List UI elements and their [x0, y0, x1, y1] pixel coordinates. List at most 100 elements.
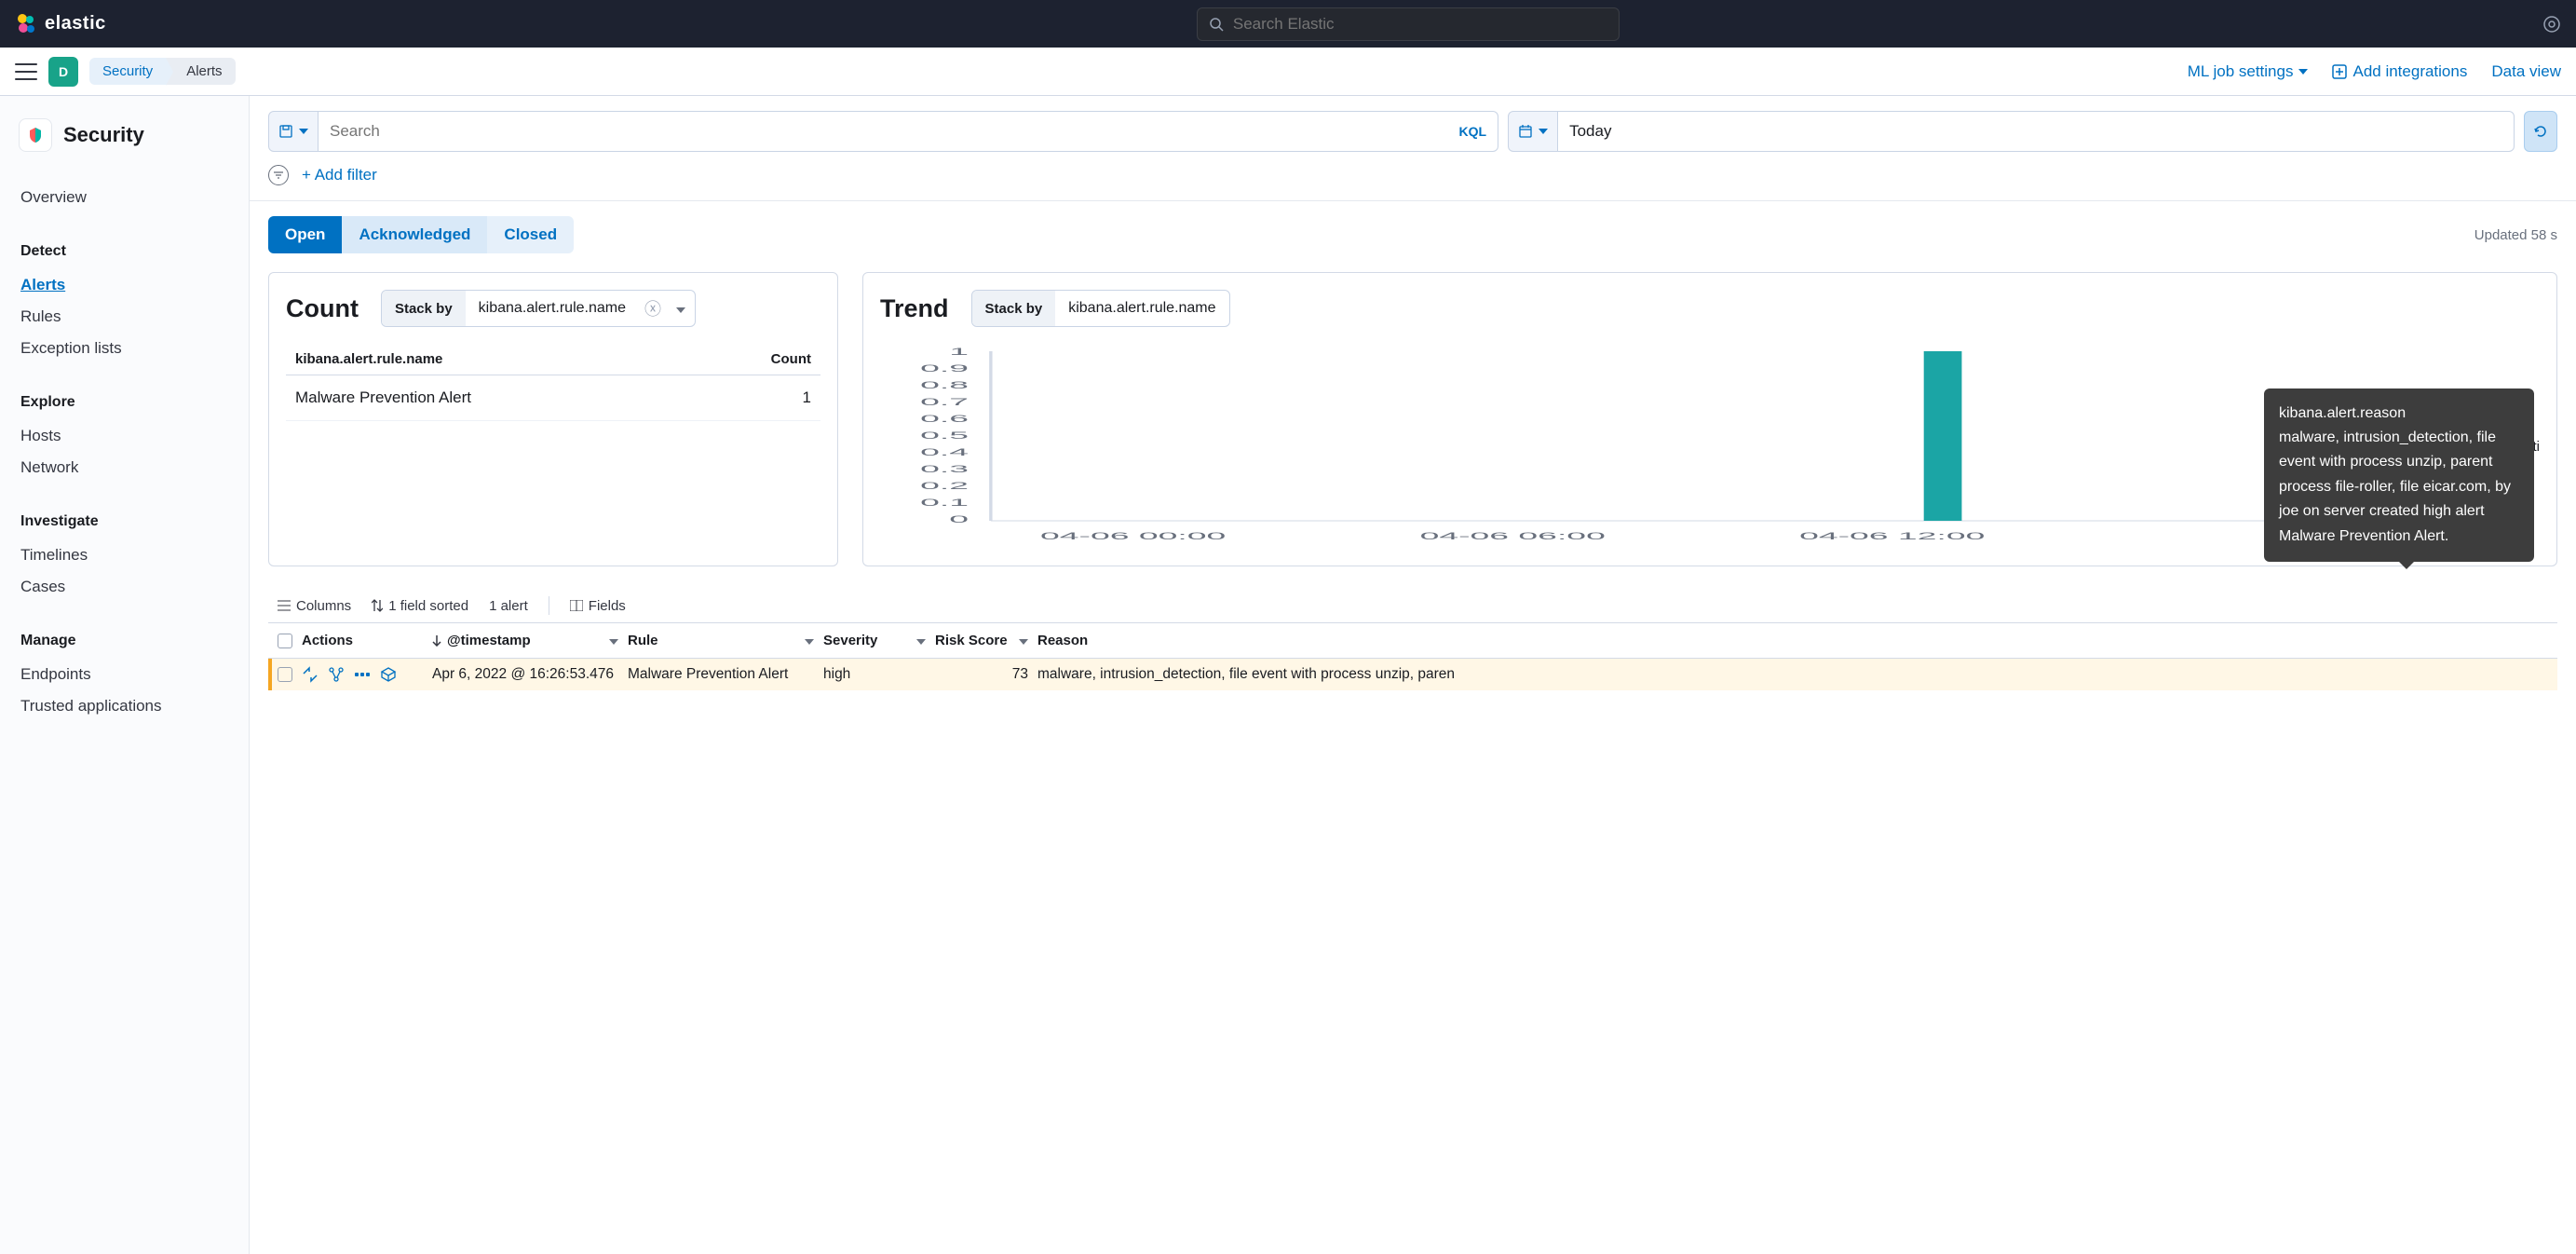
count-row[interactable]: Malware Prevention Alert 1 [286, 375, 820, 421]
header-actions: Actions [302, 633, 423, 648]
sidebar-item-overview[interactable]: Overview [20, 182, 228, 213]
chevron-down-icon[interactable] [916, 639, 926, 645]
count-row-value: 1 [803, 388, 811, 407]
security-app-icon [19, 118, 52, 152]
count-row-name: Malware Prevention Alert [295, 388, 471, 407]
select-all-checkbox[interactable] [278, 634, 292, 648]
space-avatar[interactable]: D [48, 57, 78, 87]
chart-bar[interactable] [1924, 351, 1962, 521]
table-row[interactable]: Apr 6, 2022 @ 16:26:53.476 Malware Preve… [268, 659, 2557, 690]
kql-search[interactable]: KQL [319, 111, 1498, 152]
chevron-down-icon [2298, 69, 2308, 75]
columns-icon [278, 600, 291, 611]
date-picker-button[interactable] [1508, 111, 1558, 152]
count-stack-by[interactable]: Stack by kibana.alert.rule.name ⓧ [381, 290, 696, 327]
svg-text:0.4: 0.4 [920, 446, 969, 457]
trend-panel: Trend Stack by kibana.alert.rule.name 1 … [862, 272, 2557, 566]
row-checkbox[interactable] [278, 667, 292, 682]
cube-icon[interactable] [380, 666, 397, 683]
count-col-name: kibana.alert.rule.name [295, 351, 442, 367]
filter-bar: KQL Today + Add filter [250, 96, 2576, 201]
sidebar-item-network[interactable]: Network [20, 452, 228, 484]
global-search-input[interactable] [1233, 15, 1607, 34]
nav-toggle-icon[interactable] [15, 63, 37, 80]
table-header: Actions @timestamp Rule Severity [268, 623, 2557, 659]
kql-search-input[interactable] [330, 122, 1459, 141]
alert-count: 1 alert [489, 598, 528, 614]
status-tabs: Open Acknowledged Closed [268, 216, 574, 253]
global-search[interactable] [1197, 7, 1620, 41]
expand-icon[interactable] [302, 666, 319, 683]
sidebar: Security Overview Detect Alerts Rules Ex… [0, 96, 250, 1254]
more-icon[interactable] [354, 666, 371, 683]
brand-text: elastic [45, 13, 106, 34]
plus-box-icon [2332, 64, 2347, 79]
svg-text:0.1: 0.1 [920, 497, 969, 508]
brand[interactable]: elastic [15, 13, 106, 35]
chevron-down-icon[interactable] [805, 639, 814, 645]
help-icon[interactable] [2542, 15, 2561, 34]
count-title: Count [286, 294, 359, 323]
trend-stack-by[interactable]: Stack by kibana.alert.rule.name [971, 290, 1230, 327]
chevron-down-icon[interactable] [609, 639, 618, 645]
cell-rule: Malware Prevention Alert [628, 666, 814, 683]
status-tab-acknowledged[interactable]: Acknowledged [342, 216, 487, 253]
breadcrumb: Security Alerts [89, 58, 236, 85]
sidebar-heading-explore: Explore [20, 394, 228, 411]
chevron-down-icon [1539, 129, 1548, 134]
sidebar-item-timelines[interactable]: Timelines [20, 539, 228, 571]
fields-button[interactable]: Fields [570, 598, 626, 614]
main-content: KQL Today + Add filter [250, 96, 2576, 1254]
disk-icon [278, 124, 293, 139]
sidebar-item-exception-lists[interactable]: Exception lists [20, 333, 228, 364]
stack-by-value: kibana.alert.rule.name [1055, 300, 1228, 317]
stack-by-value: kibana.alert.rule.name [466, 300, 639, 317]
sidebar-heading-manage: Manage [20, 633, 228, 649]
breadcrumb-security[interactable]: Security [89, 58, 166, 85]
clear-icon[interactable]: ⓧ [639, 296, 667, 320]
svg-text:0: 0 [949, 513, 969, 525]
sidebar-heading-detect: Detect [20, 243, 228, 260]
status-tab-closed[interactable]: Closed [487, 216, 574, 253]
header-rule[interactable]: Rule [628, 633, 814, 648]
sidebar-item-hosts[interactable]: Hosts [20, 420, 228, 452]
columns-button[interactable]: Columns [278, 598, 351, 614]
header-severity[interactable]: Severity [823, 633, 926, 648]
svg-text:1: 1 [949, 346, 969, 357]
saved-query-button[interactable] [268, 111, 319, 152]
elastic-logo-icon [15, 13, 37, 35]
cell-risk-score: 73 [935, 666, 1028, 683]
trend-title: Trend [880, 294, 949, 323]
header-reason[interactable]: Reason [1037, 633, 2548, 648]
svg-text:04-06 06:00: 04-06 06:00 [1420, 530, 1606, 541]
header-risk-score[interactable]: Risk Score [935, 633, 1028, 648]
svg-text:0.6: 0.6 [920, 413, 969, 424]
chevron-down-icon [299, 129, 308, 134]
sidebar-item-cases[interactable]: Cases [20, 571, 228, 603]
sidebar-item-rules[interactable]: Rules [20, 301, 228, 333]
data-view-link[interactable]: Data view [2491, 62, 2561, 81]
sidebar-item-trusted-applications[interactable]: Trusted applications [20, 690, 228, 722]
header-timestamp[interactable]: @timestamp [432, 633, 618, 648]
last-updated: Updated 58 s [2474, 227, 2557, 243]
sidebar-item-endpoints[interactable]: Endpoints [20, 659, 228, 690]
refresh-button[interactable] [2524, 111, 2557, 152]
sidebar-item-alerts[interactable]: Alerts [20, 269, 228, 301]
svg-text:0.3: 0.3 [920, 463, 969, 474]
kql-label[interactable]: KQL [1459, 124, 1487, 139]
breadcrumb-alerts[interactable]: Alerts [166, 58, 235, 85]
refresh-icon [2533, 124, 2548, 139]
date-range-display[interactable]: Today [1558, 111, 2515, 152]
chevron-down-icon[interactable] [667, 301, 695, 316]
analyze-icon[interactable] [328, 666, 345, 683]
chevron-down-icon[interactable] [1019, 639, 1028, 645]
filter-options-icon[interactable] [268, 165, 289, 185]
sort-desc-icon [432, 635, 441, 647]
svg-text:0.9: 0.9 [920, 362, 969, 374]
ml-job-settings-link[interactable]: ML job settings [2188, 62, 2309, 81]
sort-button[interactable]: 1 field sorted [372, 598, 468, 614]
status-tab-open[interactable]: Open [268, 216, 342, 253]
add-integrations-link[interactable]: Add integrations [2332, 62, 2467, 81]
add-filter-button[interactable]: + Add filter [302, 166, 377, 184]
sidebar-title: Security [63, 123, 144, 147]
